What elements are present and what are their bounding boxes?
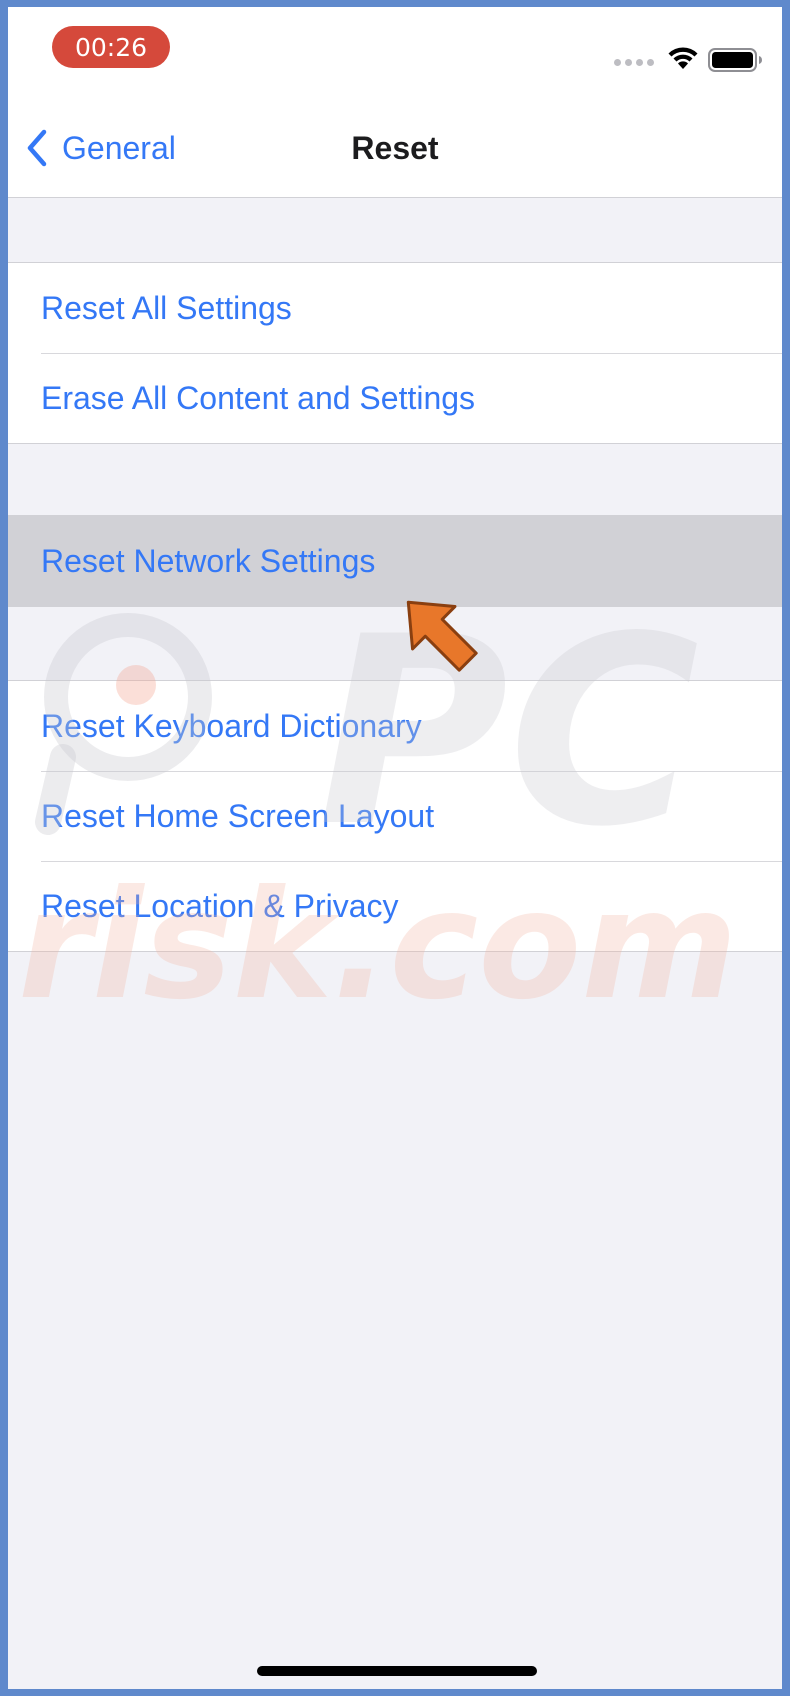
erase-all-content-row[interactable]: Erase All Content and Settings [8, 353, 782, 443]
back-button[interactable]: General [24, 126, 176, 170]
recording-time-pill[interactable]: 00:26 [52, 26, 170, 68]
signal-dots-icon [614, 59, 654, 67]
reset-all-settings-row[interactable]: Reset All Settings [8, 263, 782, 353]
home-indicator[interactable] [257, 1666, 537, 1676]
reset-keyboard-dictionary-row[interactable]: Reset Keyboard Dictionary [8, 681, 782, 771]
row-label: Reset Keyboard Dictionary [41, 708, 422, 744]
reset-group-3: Reset Keyboard Dictionary Reset Home Scr… [8, 680, 782, 952]
phone-screen: 00:26 General Reset Reset All Settings E… [8, 7, 782, 1689]
pointer-arrow-icon [406, 600, 478, 672]
reset-group-1: Reset All Settings Erase All Content and… [8, 262, 782, 444]
status-bar: 00:26 [8, 7, 782, 102]
navigation-bar: General Reset [8, 102, 782, 198]
back-label: General [62, 129, 176, 166]
row-label: Reset All Settings [41, 290, 292, 326]
wifi-icon [668, 47, 698, 69]
row-label: Reset Network Settings [41, 543, 376, 579]
row-label: Erase All Content and Settings [41, 380, 476, 416]
battery-icon [708, 48, 762, 72]
reset-location-privacy-row[interactable]: Reset Location & Privacy [8, 861, 782, 951]
chevron-left-icon [27, 129, 47, 167]
row-label: Reset Location & Privacy [41, 888, 399, 924]
reset-home-screen-layout-row[interactable]: Reset Home Screen Layout [8, 771, 782, 861]
row-label: Reset Home Screen Layout [41, 798, 435, 834]
